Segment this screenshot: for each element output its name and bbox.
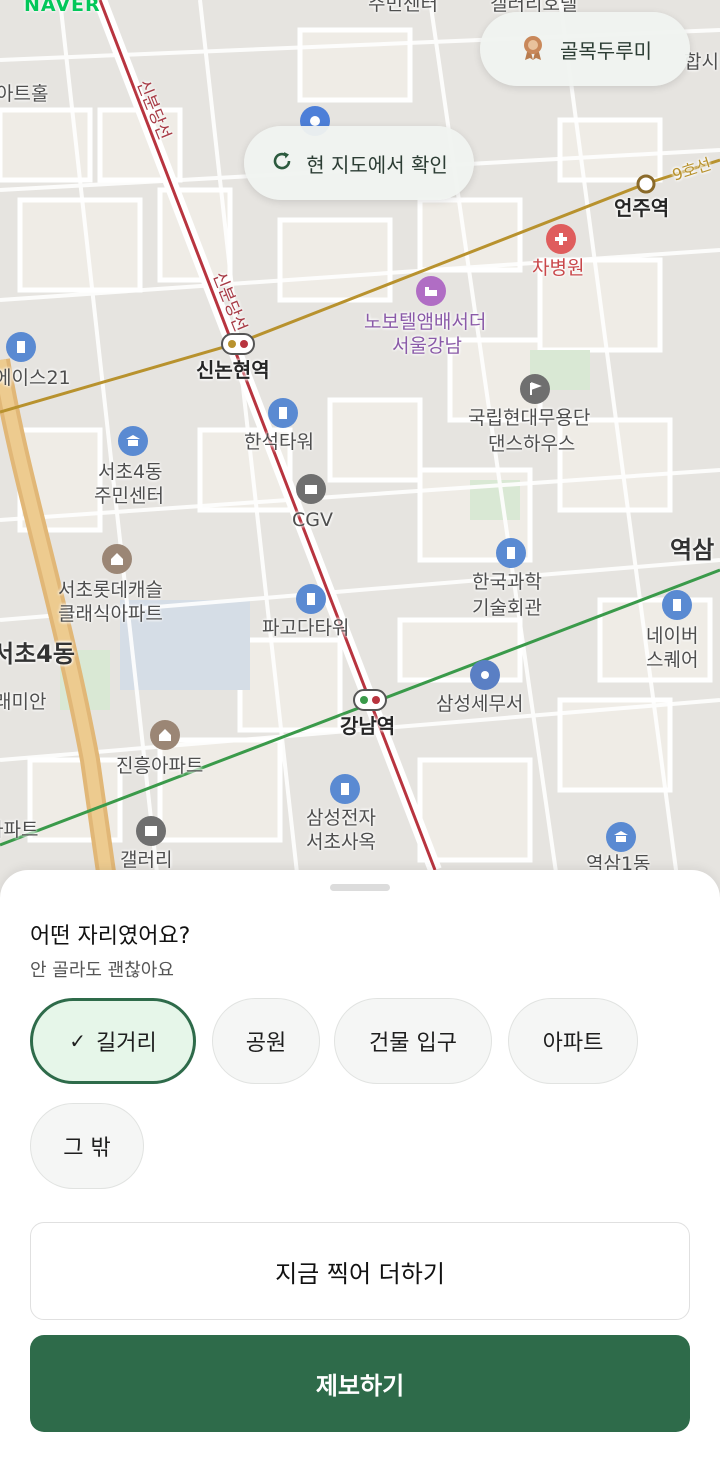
check-icon: ✓ bbox=[69, 1029, 87, 1053]
search-this-area-label: 현 지도에서 확인 bbox=[306, 152, 448, 177]
map-label: 한석타워 bbox=[244, 431, 314, 453]
map-label: 서초롯데캐슬 bbox=[58, 579, 163, 601]
question-hint: 안 골라도 괜찮아요 bbox=[30, 960, 174, 981]
location-option-building-entrance[interactable]: 건물 입구 bbox=[334, 998, 492, 1084]
question-title: 어떤 자리였어요? bbox=[30, 924, 191, 949]
map-label: 아파트 bbox=[0, 819, 39, 841]
naver-logo: NAVER bbox=[24, 0, 101, 16]
map-label: 한국과학 bbox=[472, 571, 542, 593]
option-label: 공원 bbox=[245, 1031, 287, 1056]
refresh-icon bbox=[270, 149, 294, 178]
map-label: 아트홀 bbox=[0, 83, 49, 105]
option-label: 아파트 bbox=[542, 1031, 604, 1056]
location-option-other[interactable]: 그 밖 bbox=[30, 1103, 144, 1189]
map-label: 서초4동 bbox=[98, 461, 163, 483]
neighborhood-badge-button[interactable]: 골목두루미 bbox=[480, 12, 690, 86]
map-label: 래미안 bbox=[0, 691, 47, 713]
map-label: 진흥아파트 bbox=[116, 755, 204, 777]
building-icon[interactable] bbox=[268, 398, 298, 428]
map-label: 댄스하우스 bbox=[488, 433, 576, 455]
apartment-icon[interactable] bbox=[150, 720, 180, 750]
government-icon[interactable] bbox=[606, 822, 636, 852]
neighborhood-badge-label: 골목두루미 bbox=[560, 38, 652, 63]
map-area-label: 서초4동 bbox=[0, 640, 75, 668]
option-label: 길거리 bbox=[96, 1031, 157, 1056]
map-label: 네이버 bbox=[646, 625, 699, 647]
map-label: 서울강남 bbox=[392, 335, 462, 357]
map-label: 서초사옥 bbox=[306, 831, 376, 853]
hotel-icon[interactable] bbox=[416, 276, 446, 306]
station-label: 강남역 bbox=[340, 714, 396, 738]
map-area-label: 역삼 bbox=[670, 536, 715, 564]
gallery-icon[interactable] bbox=[136, 816, 166, 846]
apartment-icon[interactable] bbox=[102, 544, 132, 574]
map-label: 삼성전자 bbox=[306, 807, 376, 829]
take-photo-button[interactable]: 지금 찍어 더하기 bbox=[30, 1222, 690, 1320]
submit-report-button[interactable]: 제보하기 bbox=[30, 1335, 690, 1432]
map-label: 스퀘어 bbox=[646, 649, 699, 671]
building-icon[interactable] bbox=[296, 584, 326, 614]
tax-office-icon[interactable] bbox=[470, 660, 500, 690]
map-label: CGV bbox=[292, 509, 333, 531]
search-this-area-button[interactable]: 현 지도에서 확인 bbox=[244, 126, 474, 200]
building-icon[interactable] bbox=[662, 590, 692, 620]
location-option-apartment[interactable]: 아파트 bbox=[508, 998, 638, 1084]
map-label: 갤러리 bbox=[120, 849, 173, 871]
map-label: 차병원 bbox=[532, 257, 585, 279]
building-icon[interactable] bbox=[496, 538, 526, 568]
map-label: 클래식아파트 bbox=[58, 603, 163, 625]
map-label: 국립현대무용단 bbox=[468, 407, 591, 429]
hospital-icon[interactable] bbox=[546, 224, 576, 254]
sheet-drag-handle[interactable] bbox=[330, 884, 390, 891]
building-icon[interactable] bbox=[6, 332, 36, 362]
building-icon[interactable] bbox=[330, 774, 360, 804]
location-option-park[interactable]: 공원 bbox=[212, 998, 320, 1084]
station-label: 신논현역 bbox=[196, 358, 270, 382]
map-label: 파고다타워 bbox=[262, 617, 350, 639]
map-label: 주민센터 bbox=[368, 0, 438, 15]
map-label: 삼성세무서 bbox=[436, 693, 524, 715]
option-label: 건물 입구 bbox=[369, 1031, 457, 1056]
option-label: 그 밖 bbox=[63, 1136, 111, 1161]
map-label: 주민센터 bbox=[94, 485, 164, 507]
map-label: 기술회관 bbox=[472, 597, 542, 619]
location-option-street[interactable]: ✓ 길거리 bbox=[30, 998, 196, 1084]
map-view[interactable]: NAVER 주민센터 갤러리호텔 아트홀 신분당선 신분당선 신논현역 언주역 … bbox=[0, 0, 720, 900]
theater-icon[interactable] bbox=[520, 374, 550, 404]
medal-icon bbox=[518, 32, 548, 67]
map-label: 노보텔앰배서더 bbox=[364, 311, 487, 333]
government-icon[interactable] bbox=[118, 426, 148, 456]
report-bottom-sheet: 어떤 자리였어요? 안 골라도 괜찮아요 ✓ 길거리 공원 건물 입구 아파트 … bbox=[0, 870, 720, 1461]
cinema-icon[interactable] bbox=[296, 474, 326, 504]
map-label: 에이스21 bbox=[0, 367, 71, 389]
station-label: 언주역 bbox=[614, 196, 670, 220]
